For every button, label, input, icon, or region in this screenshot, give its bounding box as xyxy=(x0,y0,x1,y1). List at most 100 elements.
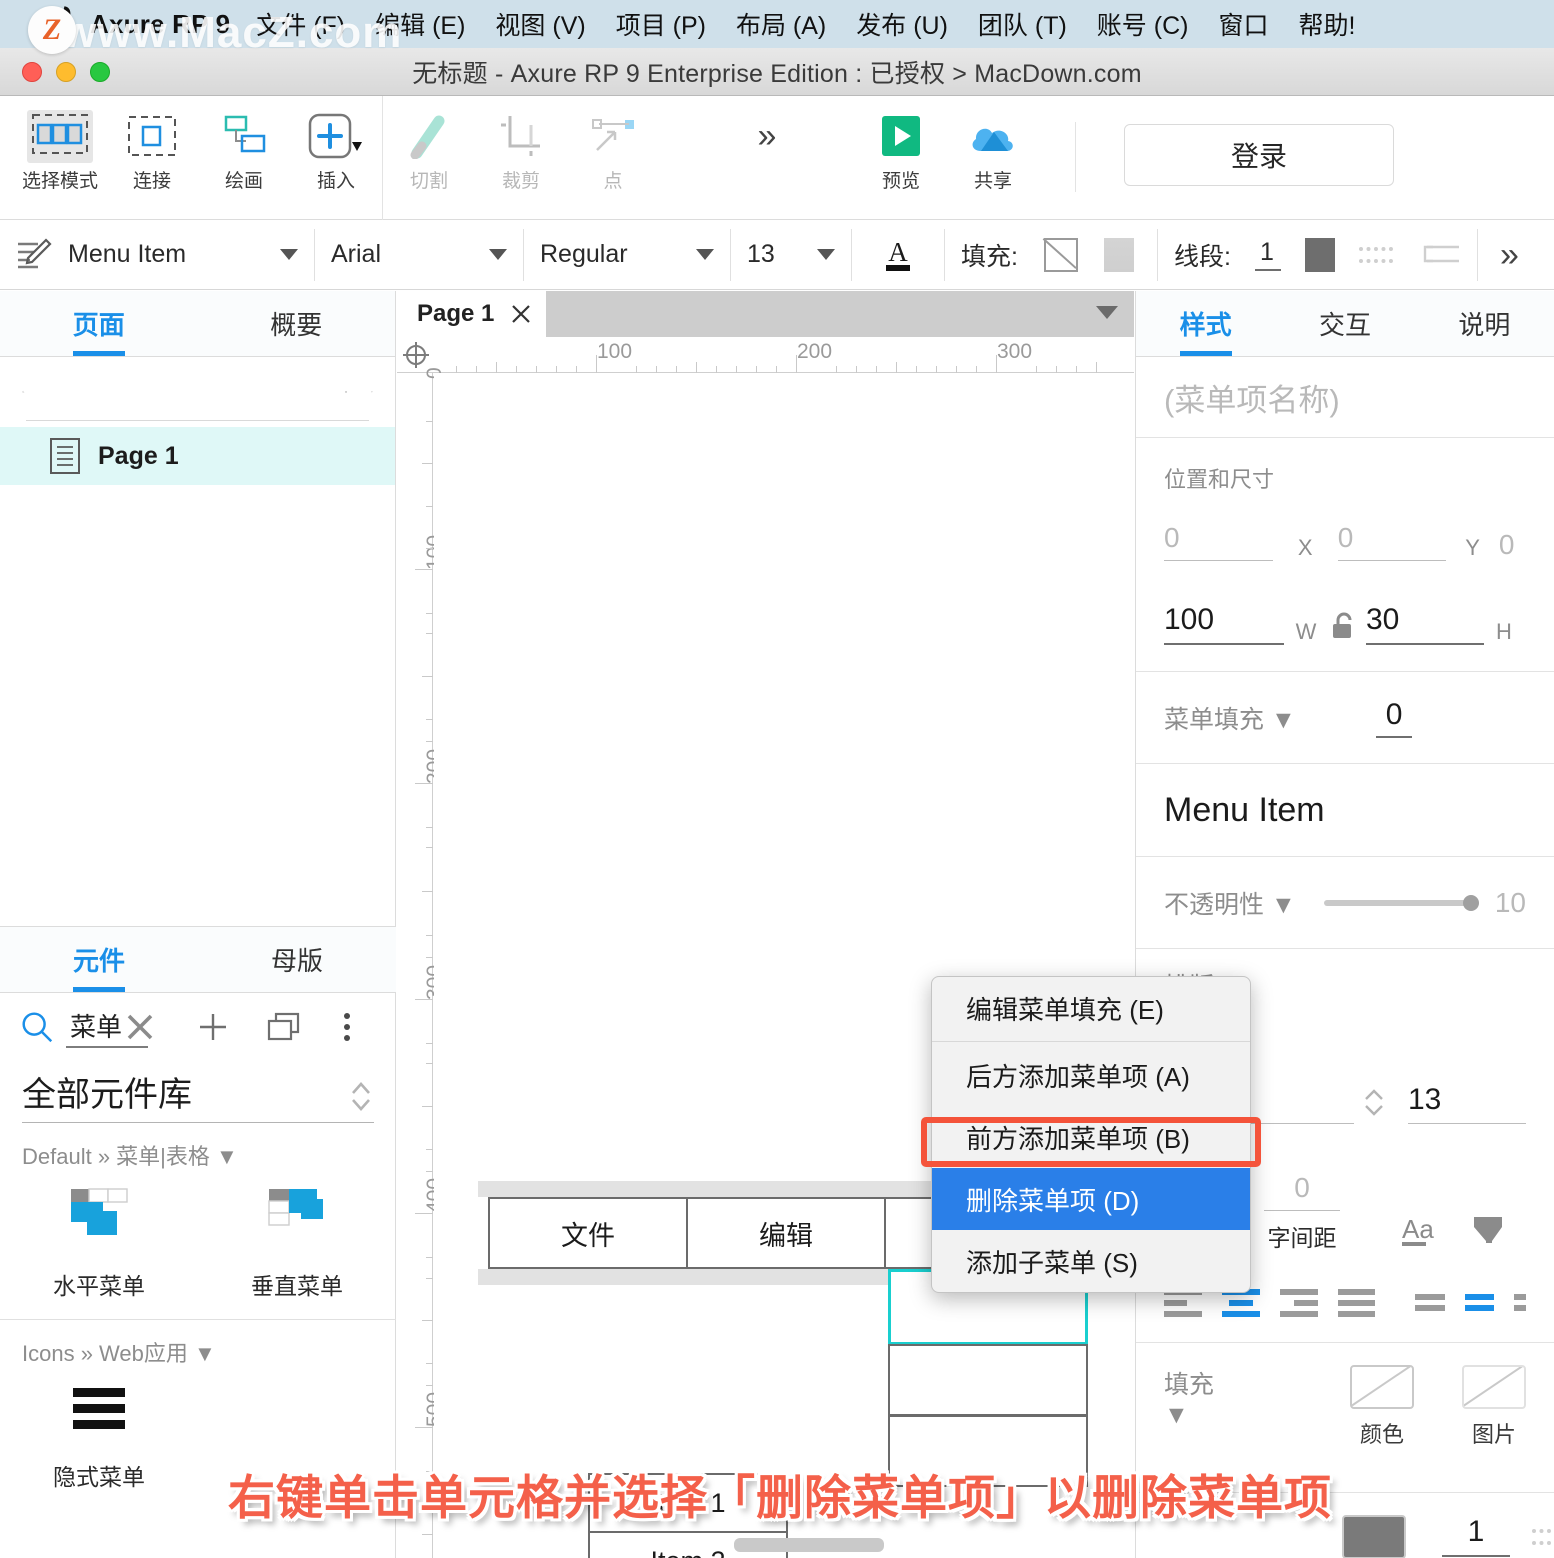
submenu-cell-2[interactable] xyxy=(888,1344,1088,1416)
toolbar-button-marquee[interactable]: 连接 xyxy=(106,96,198,196)
unlock-icon[interactable] xyxy=(1328,611,1358,641)
text-shadow-icon[interactable] xyxy=(1470,1211,1508,1253)
height-input[interactable]: 30 xyxy=(1366,603,1484,645)
menu-cell-edit[interactable]: 编辑 xyxy=(686,1197,886,1269)
chevron-updown-icon[interactable] xyxy=(1362,1084,1386,1120)
search-icon[interactable] xyxy=(22,372,25,412)
menu-fill-label[interactable]: 菜单填充 ▼ xyxy=(1164,700,1296,736)
toolbar-button-insert[interactable]: 插入 xyxy=(290,96,382,196)
toolbar-button-crop[interactable]: 裁剪 xyxy=(475,96,567,196)
menubar-item-edit[interactable]: 编辑 (E) xyxy=(375,6,465,42)
tab-overflow-caret-icon[interactable] xyxy=(1096,306,1118,319)
line-width-input[interactable]: 1 xyxy=(1254,238,1281,271)
close-icon[interactable] xyxy=(510,303,532,325)
search-icon[interactable] xyxy=(18,1008,56,1046)
menubar-item-project[interactable]: 项目 (P) xyxy=(616,6,706,42)
align-right-icon[interactable] xyxy=(1279,1288,1318,1317)
menubar-item-team[interactable]: 团队 (T) xyxy=(978,6,1067,42)
tab-pages[interactable]: 页面 xyxy=(0,291,198,356)
fill-color-swatch[interactable] xyxy=(1103,237,1134,272)
sidebar-item-page-1[interactable]: Page 1 xyxy=(0,427,395,485)
line-color-swatch[interactable] xyxy=(1304,237,1335,272)
toolbar-overflow-button[interactable]: » xyxy=(719,96,811,196)
font-size-selector[interactable]: 13 xyxy=(731,220,851,290)
tab-outline[interactable]: 概要 xyxy=(198,291,396,356)
opacity-label[interactable]: 不透明性 ▼ xyxy=(1164,885,1296,921)
valign-bottom-icon[interactable] xyxy=(1513,1294,1526,1311)
menu-fill-input[interactable]: 0 xyxy=(1375,698,1413,738)
line-arrow-icon[interactable] xyxy=(1417,242,1461,268)
letter-spacing-input[interactable]: 0 xyxy=(1264,1172,1340,1211)
context-menu-item-edit-fill[interactable]: 编辑菜单填充 (E) xyxy=(932,977,1250,1039)
border-color-button[interactable]: 颜色 xyxy=(1342,1515,1406,1558)
fill-section-label[interactable]: 填充 ▼ xyxy=(1164,1365,1220,1430)
font-family-selector[interactable]: Arial xyxy=(315,220,523,290)
library-breadcrumb-1[interactable]: Default » 菜单|表格 ▼ xyxy=(0,1123,396,1171)
opacity-value[interactable]: 10 xyxy=(1495,887,1526,919)
menu-cell-file[interactable]: 文件 xyxy=(488,1197,688,1269)
chevron-down-icon[interactable] xyxy=(489,249,507,260)
menubar-item-view[interactable]: 视图 (V) xyxy=(495,6,585,42)
text-case-icon[interactable]: Aa xyxy=(1398,1211,1446,1253)
canvas-horizontal-scrollbar[interactable] xyxy=(734,1538,884,1552)
menubar-item-publish[interactable]: 发布 (U) xyxy=(856,6,948,42)
design-canvas[interactable]: 文件 编辑 视图 Item 1 Item 2 Item 3 xyxy=(434,373,1134,1558)
add-library-icon[interactable] xyxy=(196,1010,230,1044)
valign-middle-icon[interactable] xyxy=(1464,1294,1494,1311)
widget-name-input[interactable]: (菜单项名称) xyxy=(1164,357,1526,437)
width-input[interactable]: 100 xyxy=(1164,603,1284,645)
login-button[interactable]: 登录 xyxy=(1124,124,1394,186)
widget-hamburger-menu[interactable]: 隐式菜单 xyxy=(0,1382,198,1492)
add-page-icon[interactable] xyxy=(344,375,347,409)
chevron-updown-icon[interactable] xyxy=(348,1076,374,1116)
context-menu-item-add-after[interactable]: 后方添加菜单项 (A) xyxy=(932,1044,1250,1106)
widget-vertical-menu[interactable]: 垂直菜单 xyxy=(198,1185,396,1301)
widget-horizontal-menu[interactable]: 水平菜单 xyxy=(0,1185,198,1301)
style-name-value[interactable]: Menu Item xyxy=(1164,764,1526,856)
menubar-item-layout[interactable]: 布局 (A) xyxy=(736,6,826,42)
duplicate-library-icon[interactable] xyxy=(266,1010,304,1044)
context-menu[interactable]: 编辑菜单填充 (E) 后方添加菜单项 (A) 前方添加菜单项 (B) 删除菜单项… xyxy=(931,976,1251,1293)
align-justify-icon[interactable] xyxy=(1337,1288,1376,1317)
clear-search-icon[interactable] xyxy=(124,1011,156,1043)
library-more-icon[interactable] xyxy=(340,1010,354,1044)
rotation-input[interactable]: 0 xyxy=(1499,529,1526,561)
chevron-down-icon[interactable] xyxy=(696,249,714,260)
fill-color-button[interactable]: 颜色 xyxy=(1350,1365,1414,1449)
opacity-slider[interactable] xyxy=(1323,894,1479,911)
toolbar-button-select-mode[interactable]: 选择模式 xyxy=(14,96,106,196)
document-tab-page-1[interactable]: Page 1 xyxy=(397,291,547,337)
add-folder-icon[interactable] xyxy=(370,376,373,408)
tab-widgets[interactable]: 元件 xyxy=(0,927,198,992)
line-style-icon[interactable] xyxy=(1358,246,1393,263)
border-width-field[interactable]: 1 线宽 xyxy=(1442,1515,1510,1558)
menubar-item-file[interactable]: 文件 (F) xyxy=(256,6,345,42)
library-breadcrumb-2[interactable]: Icons » Web应用 ▼ xyxy=(0,1320,396,1368)
toolbar-button-point[interactable]: 点 xyxy=(567,96,659,196)
library-selector[interactable]: 全部元件库 xyxy=(0,1061,396,1123)
context-menu-item-add-before[interactable]: 前方添加菜单项 (B) xyxy=(932,1106,1250,1168)
border-width-input[interactable]: 1 xyxy=(1442,1515,1510,1557)
toolbar-button-preview[interactable]: 预览 xyxy=(855,96,947,196)
pages-search-input[interactable] xyxy=(34,378,345,406)
style-selector[interactable]: Menu Item xyxy=(0,220,314,290)
menubar-item-window[interactable]: 窗口 xyxy=(1218,6,1268,42)
tab-interactions[interactable]: 交互 xyxy=(1275,291,1414,356)
toolbar-button-slice[interactable]: 切割 xyxy=(383,96,475,196)
context-menu-item-delete[interactable]: 删除菜单项 (D) xyxy=(932,1168,1250,1230)
y-input[interactable]: 0 xyxy=(1337,522,1447,561)
toolbar-button-share[interactable]: 共享 xyxy=(947,96,1039,196)
chevron-down-icon[interactable] xyxy=(817,249,835,260)
font-weight-selector[interactable]: Regular xyxy=(524,220,730,290)
valign-top-icon[interactable] xyxy=(1415,1294,1445,1311)
tab-masters[interactable]: 母版 xyxy=(198,927,396,992)
border-type-field[interactable]: 类 xyxy=(1532,1515,1554,1558)
fill-none-swatch[interactable] xyxy=(1043,237,1078,272)
typography-font-size[interactable]: 13 xyxy=(1408,1083,1526,1124)
tab-style[interactable]: 样式 xyxy=(1136,291,1275,356)
format-overflow-button[interactable]: » xyxy=(1478,220,1531,290)
toolbar-button-connect[interactable]: 绘画 xyxy=(198,96,290,196)
fill-image-button[interactable]: 图片 xyxy=(1462,1365,1526,1449)
x-input[interactable]: 0 xyxy=(1164,522,1273,561)
menubar-item-account[interactable]: 账号 (C) xyxy=(1097,6,1189,42)
